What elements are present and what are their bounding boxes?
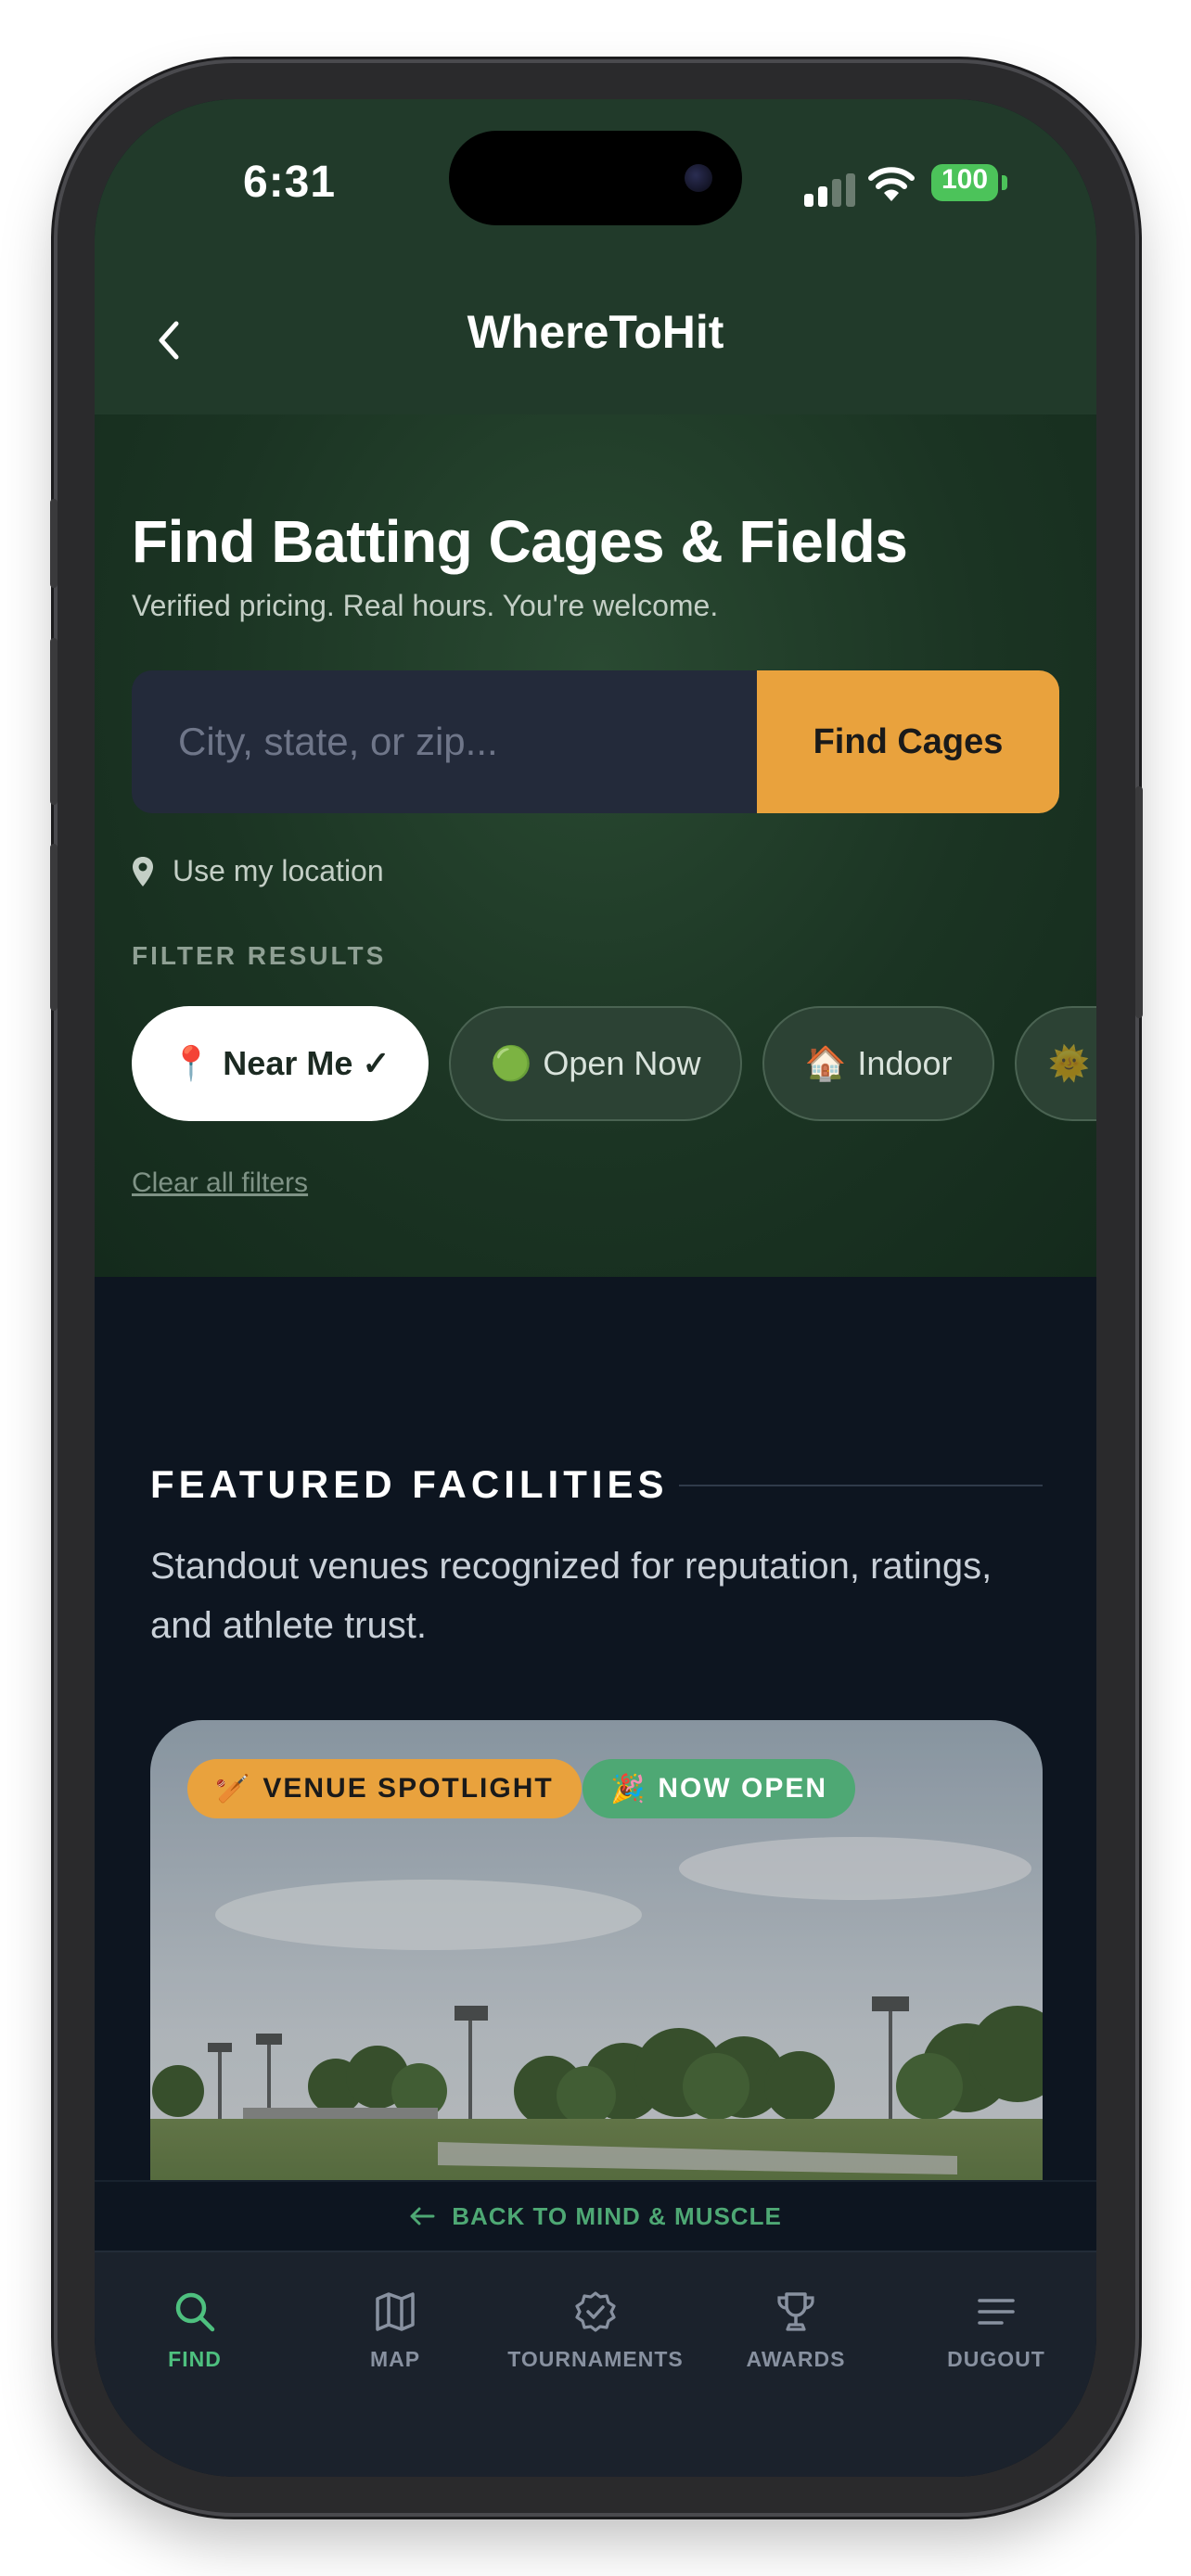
tab-dugout[interactable]: DUGOUT bbox=[896, 2289, 1096, 2391]
tab-label: TOURNAMENTS bbox=[507, 2347, 684, 2371]
featured-divider bbox=[679, 1485, 1043, 1486]
volume-up-button bbox=[50, 638, 58, 805]
power-button bbox=[1135, 786, 1143, 1018]
tab-bar: FIND MAP TOURNAMENTS AWARDS DUGOUT bbox=[95, 2251, 1096, 2477]
location-pin-icon bbox=[133, 856, 153, 886]
arrow-left-icon bbox=[410, 2207, 435, 2225]
filter-chip-near-me[interactable]: 📍 Near Me ✓ bbox=[132, 1006, 429, 1121]
use-location-label: Use my location bbox=[173, 854, 384, 887]
tab-label: MAP bbox=[369, 2347, 421, 2371]
filter-chip-label: Near Me ✓ bbox=[223, 1044, 391, 1082]
filter-chip-label: Open Now bbox=[543, 1044, 701, 1082]
badge-check-icon bbox=[575, 2291, 616, 2332]
clear-filters-link[interactable]: Clear all filters bbox=[132, 1167, 308, 1199]
search-bar: Find Cages bbox=[132, 670, 1059, 813]
app-title: WhereToHit bbox=[467, 306, 724, 358]
tab-label: FIND bbox=[168, 2347, 222, 2371]
tab-awards[interactable]: AWARDS bbox=[696, 2289, 896, 2391]
signal-icon bbox=[804, 173, 856, 207]
party-icon: 🎉 bbox=[610, 1773, 647, 1804]
battery-tip bbox=[1002, 175, 1007, 190]
find-cages-button[interactable]: Find Cages bbox=[757, 670, 1059, 813]
search-input[interactable] bbox=[132, 670, 757, 813]
back-to-mind-muscle-link[interactable]: BACK TO MIND & MUSCLE bbox=[95, 2180, 1096, 2251]
screen: 6:31 100 WhereToHit Find Batting Cages &… bbox=[95, 99, 1096, 2477]
filter-results-label: FILTER RESULTS bbox=[132, 941, 387, 970]
tab-map[interactable]: MAP bbox=[295, 2289, 495, 2391]
hero-section: Find Batting Cages & Fields Verified pri… bbox=[95, 414, 1096, 1277]
sun-icon: 🌞 bbox=[1048, 1044, 1090, 1082]
status-time: 6:31 bbox=[243, 158, 337, 207]
tab-find[interactable]: FIND bbox=[95, 2289, 295, 2391]
tab-label: AWARDS bbox=[746, 2347, 846, 2371]
badge-label: VENUE SPOTLIGHT bbox=[263, 1773, 554, 1804]
filter-chip-indoor[interactable]: 🏠 Indoor bbox=[762, 1006, 994, 1121]
venue-spotlight-badge: 🏏 VENUE SPOTLIGHT bbox=[187, 1759, 582, 1818]
featured-facility-card[interactable]: 🏏 VENUE SPOTLIGHT 🎉 NOW OPEN bbox=[150, 1720, 1043, 2239]
top-bar: 6:31 100 WhereToHit bbox=[95, 99, 1096, 414]
tab-label: DUGOUT bbox=[947, 2347, 1045, 2371]
search-icon bbox=[175, 2292, 215, 2332]
dynamic-island bbox=[449, 131, 742, 225]
featured-description: Standout venues recognized for reputatio… bbox=[150, 1546, 992, 1646]
tab-tournaments[interactable]: TOURNAMENTS bbox=[495, 2289, 696, 2391]
filter-chip-label: Indoor bbox=[857, 1044, 953, 1082]
now-open-badge: 🎉 NOW OPEN bbox=[583, 1759, 856, 1818]
wifi-icon bbox=[868, 167, 915, 201]
trophy-icon bbox=[777, 2292, 814, 2331]
menu-icon bbox=[978, 2299, 1015, 2325]
use-location-link[interactable]: Use my location bbox=[132, 854, 384, 888]
hero-title: Find Batting Cages & Fields bbox=[132, 508, 908, 575]
featured-heading: FEATURED FACILITIES bbox=[150, 1462, 669, 1506]
battery-icon: 100 bbox=[931, 164, 998, 201]
volume-down-button bbox=[50, 844, 58, 1011]
action-button bbox=[50, 499, 58, 588]
back-link-label: BACK TO MIND & MUSCLE bbox=[452, 2201, 782, 2230]
pin-emoji-icon: 📍 bbox=[170, 1044, 212, 1082]
filter-chips: 📍 Near Me ✓ 🟢 Open Now 🏠 Indoor 🌞 bbox=[132, 1006, 1096, 1127]
camera-icon bbox=[685, 164, 712, 192]
bat-icon: 🏏 bbox=[215, 1773, 252, 1804]
hero-subtitle: Verified pricing. Real hours. You're wel… bbox=[132, 589, 719, 622]
badge-label: NOW OPEN bbox=[658, 1773, 828, 1804]
map-icon bbox=[376, 2292, 415, 2331]
filter-chip-outdoor[interactable]: 🌞 bbox=[1015, 1006, 1096, 1121]
filter-chip-open-now[interactable]: 🟢 Open Now bbox=[449, 1006, 742, 1121]
house-icon: 🏠 bbox=[804, 1044, 847, 1082]
green-circle-icon: 🟢 bbox=[490, 1044, 532, 1082]
